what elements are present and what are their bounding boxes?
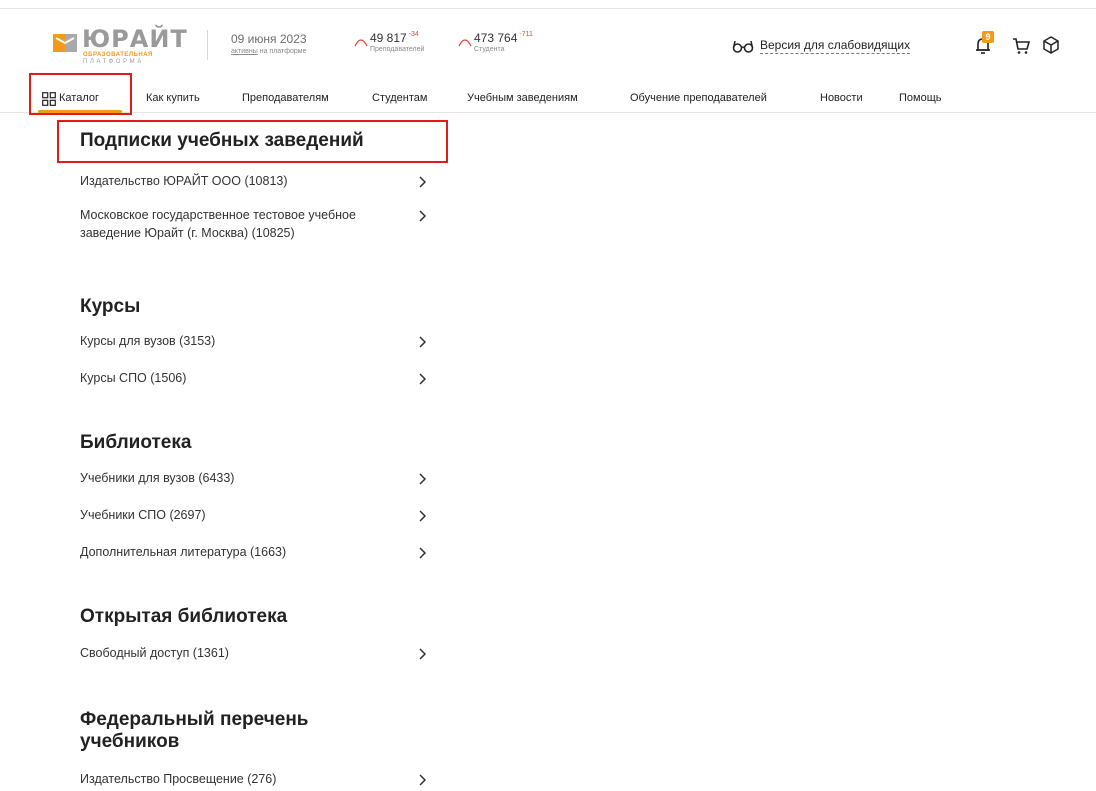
nav-item-institutions[interactable]: Учебным заведениям bbox=[467, 92, 578, 104]
date-subtitle-rest: на платформе bbox=[257, 48, 307, 55]
chevron-right-icon[interactable] bbox=[417, 547, 427, 559]
accessibility-version-link[interactable]: Версия для слабовидящих bbox=[732, 38, 911, 54]
chevron-right-icon[interactable] bbox=[417, 510, 427, 522]
chevron-right-icon[interactable] bbox=[417, 176, 427, 188]
chevron-right-icon[interactable] bbox=[417, 473, 427, 485]
chevron-right-icon[interactable] bbox=[417, 774, 427, 786]
chevron-right-icon[interactable] bbox=[417, 336, 427, 348]
list-item-label: Учебники для вузов (6433) bbox=[80, 471, 235, 485]
top-divider bbox=[0, 8, 1096, 9]
nav-item-teacher-training[interactable]: Обучение преподавателей bbox=[630, 92, 767, 104]
list-item-label: Курсы СПО (1506) bbox=[80, 371, 187, 385]
list-item[interactable]: Издательство Просвещение (276) bbox=[80, 770, 430, 788]
list-item[interactable]: Учебники для вузов (6433) bbox=[80, 469, 430, 487]
section-title-courses: Курсы bbox=[80, 296, 141, 317]
logo-subtitle-2: ПЛАТФОРМА bbox=[83, 59, 144, 65]
nav-item-students[interactable]: Студентам bbox=[372, 92, 427, 104]
glasses-icon bbox=[732, 40, 754, 53]
section-title-federal-list: Федеральный перечень учебников bbox=[80, 709, 309, 752]
chevron-right-icon[interactable] bbox=[417, 648, 427, 660]
box-icon[interactable] bbox=[1040, 34, 1062, 56]
stat-students-label: Студента bbox=[474, 46, 505, 53]
stat-students-delta: -711 bbox=[519, 31, 533, 38]
chevron-right-icon[interactable] bbox=[417, 210, 427, 222]
date-subtitle: активны на платформе bbox=[231, 48, 307, 55]
list-item-label: Курсы для вузов (3153) bbox=[80, 334, 216, 348]
nav-item-news[interactable]: Новости bbox=[820, 92, 863, 104]
logo[interactable]: ЮРАЙТ ОБРАЗОВАТЕЛЬНАЯ ПЛАТФОРМА bbox=[52, 25, 198, 65]
list-item[interactable]: Свободный доступ (1361) bbox=[80, 644, 430, 662]
trend-arc-icon bbox=[354, 39, 368, 47]
list-item[interactable]: Курсы для вузов (3153) bbox=[80, 332, 430, 350]
stat-teachers-delta: -34 bbox=[408, 31, 419, 38]
stat-students-value: 473 764 bbox=[474, 31, 518, 45]
site-header: ЮРАЙТ ОБРАЗОВАТЕЛЬНАЯ ПЛАТФОРМА 09 июня … bbox=[0, 22, 1096, 74]
cart-icon[interactable] bbox=[1010, 34, 1032, 56]
logo-subtitle-1: ОБРАЗОВАТЕЛЬНАЯ bbox=[83, 52, 153, 58]
list-item[interactable]: Издательство ЮРАЙТ ООО (10813) bbox=[80, 172, 430, 190]
logo-word: ЮРАЙТ bbox=[82, 25, 188, 53]
list-item-label: Учебники СПО (2697) bbox=[80, 508, 206, 522]
header-divider bbox=[207, 30, 208, 60]
list-item[interactable]: Дополнительная литература (1663) bbox=[80, 543, 430, 561]
stat-teachers-label: Преподавателей bbox=[370, 46, 425, 53]
section-title-subscriptions: Подписки учебных заведений bbox=[80, 130, 364, 151]
list-item[interactable]: Курсы СПО (1506) bbox=[80, 369, 430, 387]
nav-item-teachers[interactable]: Преподавателям bbox=[242, 92, 329, 104]
nav-item-how-to-buy[interactable]: Как купить bbox=[146, 92, 200, 104]
stat-teachers-value: 49 817 bbox=[370, 31, 407, 45]
main-nav: Каталог Как купить Преподавателям Студен… bbox=[0, 86, 1096, 113]
date-subtitle-link[interactable]: активны bbox=[231, 48, 258, 55]
list-item-label: Московское государственное тестовое учеб… bbox=[80, 208, 356, 240]
highlight-catalog bbox=[29, 73, 132, 115]
nav-item-help[interactable]: Помощь bbox=[899, 92, 942, 104]
section-title-library: Библиотека bbox=[80, 432, 192, 453]
list-item-label: Издательство Просвещение (276) bbox=[80, 772, 277, 786]
current-date: 09 июня 2023 bbox=[231, 32, 307, 46]
list-item-label: Свободный доступ (1361) bbox=[80, 646, 229, 660]
notification-badge: 9 bbox=[982, 31, 994, 43]
list-item-label: Дополнительная литература (1663) bbox=[80, 545, 287, 559]
section-title-open-library: Открытая библиотека bbox=[80, 606, 288, 627]
trend-arc-icon bbox=[458, 39, 472, 47]
list-item-label: Издательство ЮРАЙТ ООО (10813) bbox=[80, 174, 288, 188]
list-item[interactable]: Московское государственное тестовое учеб… bbox=[80, 206, 430, 242]
list-item[interactable]: Учебники СПО (2697) bbox=[80, 506, 430, 524]
logo-mark-icon bbox=[53, 34, 77, 52]
chevron-right-icon[interactable] bbox=[417, 373, 427, 385]
accessibility-label: Версия для слабовидящих bbox=[760, 38, 911, 54]
date-block: 09 июня 2023 активны на платформе bbox=[231, 32, 307, 55]
